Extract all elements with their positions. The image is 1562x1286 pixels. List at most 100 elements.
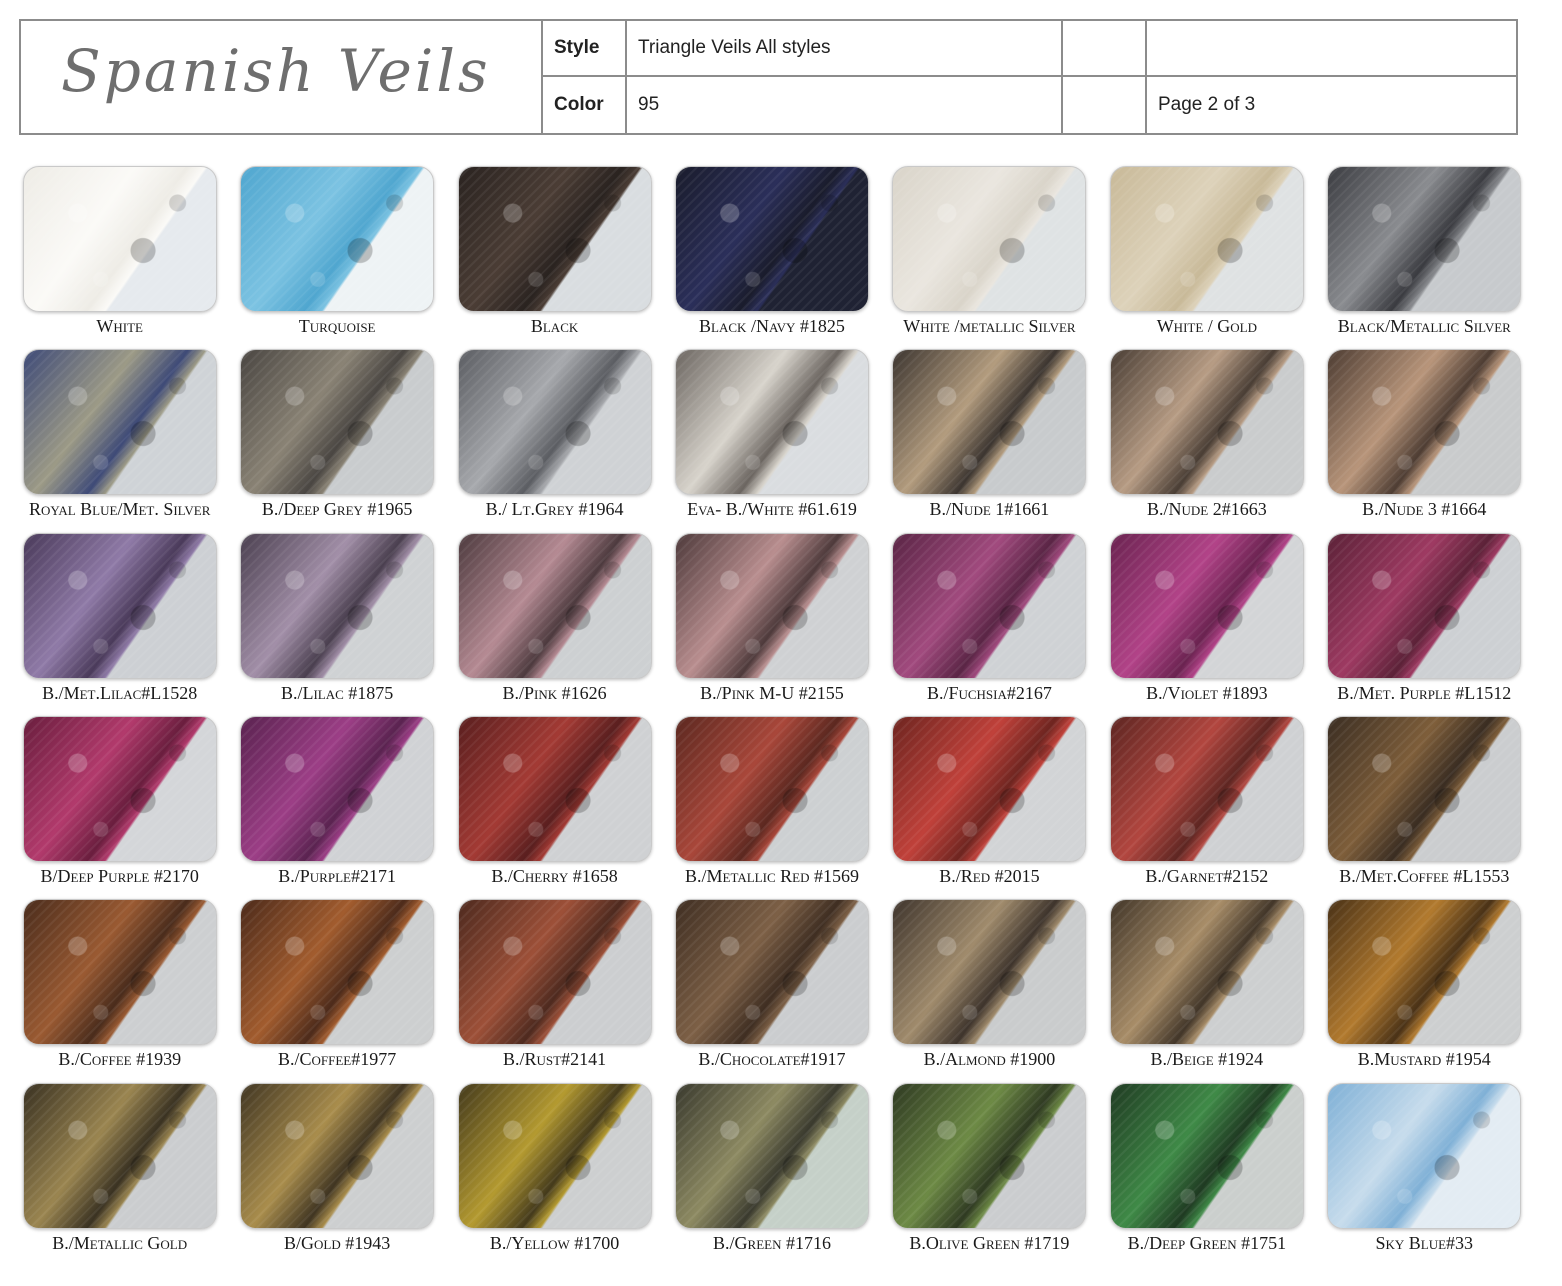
header-meta: Style Triangle Veils All styles Color 95… [543, 21, 1516, 133]
swatch-caption: B./Met. Purple #L1512 [1337, 682, 1512, 703]
lace-swatch-photo [1327, 899, 1522, 1046]
swatch-item: Eva- B./White #61.619 [674, 349, 869, 532]
swatch-caption: B/Gold #1943 [284, 1232, 391, 1253]
swatch-caption: B./Cherry #1658 [491, 865, 618, 886]
swatch-item: B./Met.Coffee #L1553 [1327, 715, 1522, 899]
style-value: Triangle Veils All styles [627, 21, 1063, 77]
swatch-caption: White / Gold [1156, 316, 1257, 336]
lace-swatch-photo [240, 349, 435, 496]
lace-swatch-photo [892, 532, 1087, 679]
lace-swatch-photo [892, 1082, 1087, 1229]
swatch-item: B./Coffee#1977 [239, 899, 435, 1082]
header-table: Spanish Veils Style Triangle Veils All s… [19, 19, 1518, 135]
swatch-item: B./Cherry #1658 [457, 715, 652, 899]
swatch-item: B./Chocolate#1917 [674, 899, 869, 1082]
swatch-caption: B/Deep Purple #2170 [40, 865, 199, 886]
lace-swatch-photo [892, 349, 1087, 496]
lace-swatch-photo [22, 899, 217, 1046]
swatch-caption: White [96, 316, 143, 336]
swatch-item: Turquoise [239, 166, 435, 349]
swatch-caption: B./Coffee #1939 [58, 1049, 182, 1070]
lace-swatch-photo [240, 715, 435, 862]
lace-swatch-photo [457, 532, 652, 679]
swatch-item: B./Green #1716 [674, 1082, 869, 1266]
swatch-item: B./Met. Purple #L1512 [1327, 532, 1522, 716]
swatch-item: B./Coffee #1939 [22, 899, 217, 1082]
swatch-item: White / Gold [1109, 166, 1304, 349]
lace-swatch-photo [240, 166, 435, 312]
swatch-caption: B./Rust#2141 [503, 1049, 607, 1070]
lace-swatch-photo [1327, 715, 1522, 862]
swatch-item: Royal Blue/Met. Silver [22, 349, 217, 532]
swatch-item: B./Yellow #1700 [457, 1082, 652, 1266]
swatch-item: B./Met.Lilac#L1528 [22, 532, 217, 716]
lace-swatch-photo [240, 1082, 435, 1229]
lace-swatch-photo [1327, 166, 1522, 312]
lace-swatch-photo [1109, 1082, 1304, 1229]
swatch-item: B./Violet #1893 [1109, 532, 1304, 716]
lace-swatch-photo [457, 899, 652, 1046]
lace-swatch-photo [674, 349, 869, 496]
swatch-caption: B./ Lt.Grey #1964 [485, 499, 624, 520]
swatch-caption: B./Met.Coffee #L1553 [1339, 865, 1510, 886]
swatch-item: B.Mustard #1954 [1327, 899, 1522, 1082]
swatch-item: Black /Navy #1825 [674, 166, 869, 349]
swatch-caption: B./Beige #1924 [1150, 1049, 1264, 1070]
swatch-item: B./Pink #1626 [457, 532, 652, 716]
lace-swatch-photo [457, 1082, 652, 1229]
lace-swatch-photo [1109, 166, 1304, 312]
swatch-item: B./Metallic Red #1569 [674, 715, 869, 899]
lace-swatch-photo [1327, 349, 1522, 496]
swatch-caption: B./Met.Lilac#L1528 [42, 682, 198, 703]
swatch-item: B./ Lt.Grey #1964 [457, 349, 652, 532]
lace-swatch-photo [1109, 899, 1304, 1046]
swatch-item: B.Olive Green #1719 [892, 1082, 1087, 1266]
swatch-caption: B./Nude 2#1663 [1146, 499, 1267, 520]
swatch-caption: B./Garnet#2152 [1145, 865, 1269, 886]
swatch-caption: B./Almond #1900 [923, 1049, 1056, 1070]
lace-swatch-photo [22, 532, 217, 679]
lace-swatch-photo [457, 715, 652, 862]
swatch-caption: B./Green #1716 [713, 1232, 831, 1253]
swatch-item: B./Purple#2171 [239, 715, 435, 899]
lace-swatch-photo [22, 349, 217, 496]
swatch-item: Sky Blue#33 [1327, 1082, 1522, 1266]
swatch-caption: B./Yellow #1700 [489, 1232, 620, 1253]
color-label: Color [543, 77, 627, 133]
swatch-item: Black [457, 166, 652, 349]
swatch-caption: B./Deep Green #1751 [1127, 1232, 1287, 1253]
swatch-caption: B./Violet #1893 [1146, 682, 1268, 703]
lace-swatch-photo [1109, 349, 1304, 496]
swatch-caption: B./Fuchsia#2167 [926, 682, 1052, 703]
swatch-item: B./Lilac #1875 [239, 532, 435, 716]
swatch-item: B/Deep Purple #2170 [22, 715, 217, 899]
lace-swatch-photo [674, 166, 869, 312]
color-value: 95 [627, 77, 1063, 133]
lace-swatch-photo [457, 166, 652, 312]
swatch-caption: B.Mustard #1954 [1357, 1049, 1491, 1070]
swatch-item: B./Deep Grey #1965 [239, 349, 435, 532]
empty-cell [1063, 21, 1147, 77]
lace-swatch-photo [22, 715, 217, 862]
swatch-caption: B./Deep Grey #1965 [261, 499, 413, 520]
swatch-item: White /metallic Silver [892, 166, 1087, 349]
swatch-caption: Black [530, 316, 579, 336]
swatch-grid: White Turquoise Black Black /Navy #1825 Whit… [22, 166, 1522, 1266]
lace-swatch-photo [22, 1082, 217, 1229]
swatch-caption: Black/Metallic Silver [1337, 316, 1511, 336]
swatch-caption: B./Red #2015 [939, 865, 1040, 886]
swatch-item: Black/Metallic Silver [1327, 166, 1522, 349]
swatch-item: B/Gold #1943 [239, 1082, 435, 1266]
page-indicator: Page 2 of 3 [1158, 94, 1256, 115]
brand-logo: Spanish Veils [61, 37, 491, 105]
swatch-caption: B./Pink M-U #2155 [700, 682, 844, 703]
swatch-caption: Sky Blue#33 [1375, 1232, 1474, 1253]
lace-swatch-photo [892, 715, 1087, 862]
lace-swatch-photo [22, 166, 217, 312]
lace-swatch-photo [1109, 532, 1304, 679]
swatch-item: B./Deep Green #1751 [1109, 1082, 1304, 1266]
lace-swatch-photo [674, 715, 869, 862]
swatch-caption: B./Purple#2171 [278, 865, 396, 886]
empty-cell [1063, 77, 1147, 133]
swatch-item: B./Garnet#2152 [1109, 715, 1304, 899]
